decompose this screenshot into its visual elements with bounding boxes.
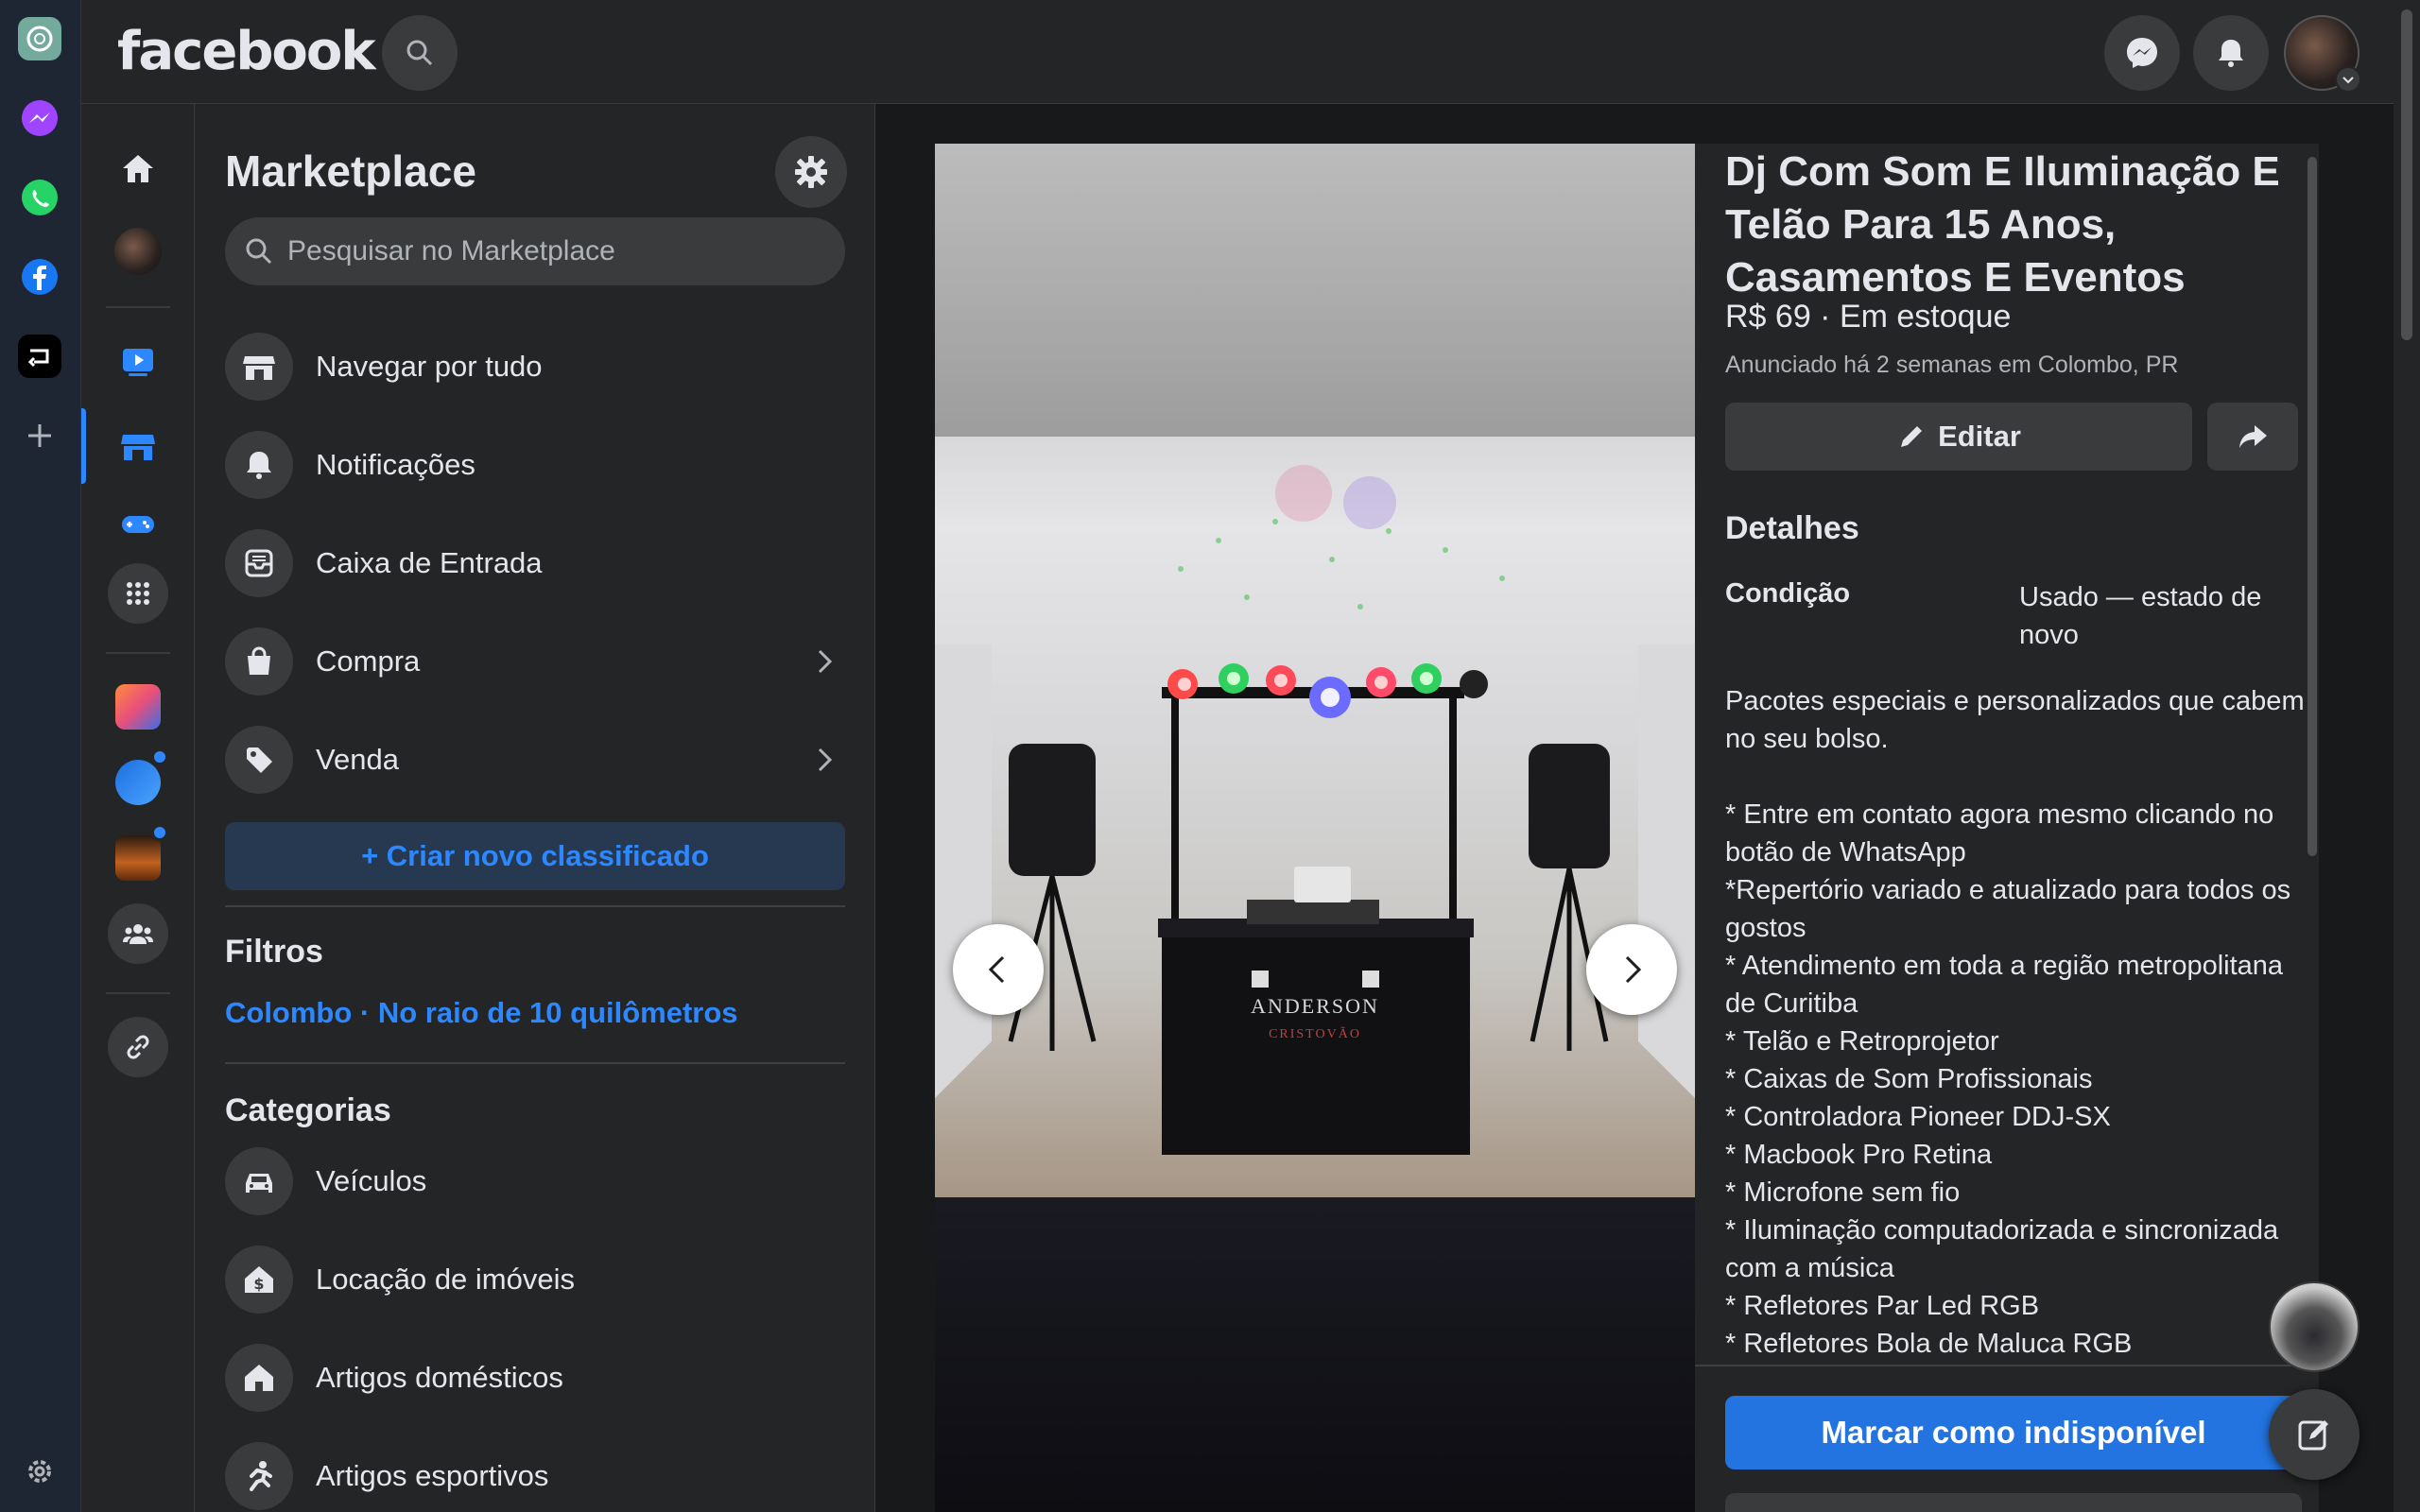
- categories-heading: Categorias: [225, 1092, 391, 1128]
- chevron-right-icon: [818, 649, 833, 674]
- page-title: Marketplace: [225, 146, 476, 196]
- car-icon: [225, 1147, 293, 1215]
- category-label: Artigos esportivos: [316, 1459, 549, 1492]
- storefront-icon: [225, 333, 293, 401]
- bell-icon: [225, 431, 293, 499]
- category-label: Artigos domésticos: [316, 1361, 563, 1394]
- running-icon: [225, 1442, 293, 1510]
- pencil-icon: [1901, 426, 1923, 447]
- new-message-button[interactable]: [2269, 1389, 2360, 1480]
- sidebar-item-notifications[interactable]: Notificações: [225, 427, 845, 503]
- top-bar: facebook: [81, 0, 2394, 104]
- details-heading: Detalhes: [1725, 510, 1859, 546]
- marketplace-sidebar: Marketplace Navegar por tudo Notificaçõe…: [195, 104, 875, 1512]
- profile-avatar-small[interactable]: [108, 221, 168, 282]
- chevron-left-icon: [988, 955, 1005, 984]
- category-vehicles[interactable]: Veículos: [225, 1143, 845, 1219]
- create-listing-button[interactable]: + Criar novo classificado: [225, 822, 845, 890]
- sidebar-item-selling[interactable]: Venda: [225, 722, 845, 798]
- link-icon[interactable]: [108, 1017, 168, 1077]
- gaming-controller-icon[interactable]: [108, 493, 168, 554]
- sidebar-item-label: Compra: [316, 644, 421, 678]
- settings-gear-icon[interactable]: [18, 1450, 61, 1493]
- search-icon[interactable]: [382, 15, 458, 91]
- listing-meta: Anunciado há 2 semanas em Colombo, PR: [1725, 352, 2179, 378]
- shortcut-page-icon-1[interactable]: [108, 677, 168, 737]
- secondary-action-button[interactable]: [1725, 1493, 2302, 1512]
- listing-title: Dj Com Som E Iluminação E Telão Para 15 …: [1725, 148, 2280, 301]
- messenger-app-icon[interactable]: [18, 96, 61, 140]
- price-tag-icon: [225, 726, 293, 794]
- sidebar-item-label: Navegar por tudo: [316, 350, 543, 383]
- listing-price: R$ 69 · Em estoque: [1725, 299, 2012, 335]
- search-icon: [246, 238, 272, 265]
- dj-setup-image: ANDERSON CRISTOVÃO: [935, 437, 1695, 1197]
- marketplace-icon[interactable]: [108, 416, 168, 476]
- previous-photo-button[interactable]: [953, 924, 1044, 1015]
- edit-label: Editar: [1938, 420, 2021, 453]
- notifications-bell-icon[interactable]: [2193, 15, 2269, 91]
- groups-icon[interactable]: [108, 903, 168, 964]
- listing-photo: ANDERSON CRISTOVÃO: [935, 144, 1695, 1512]
- page-scrollbar[interactable]: [2394, 0, 2420, 1512]
- category-label: Veículos: [316, 1164, 427, 1197]
- svg-text:$: $: [253, 1275, 264, 1293]
- filters-heading: Filtros: [225, 934, 323, 970]
- sidebar-item-label: Notificações: [316, 448, 475, 481]
- facebook-app-icon[interactable]: [18, 255, 61, 299]
- unread-badge: [151, 824, 168, 841]
- listing-details-panel: Dj Com Som E Iluminação E Telão Para 15 …: [1695, 144, 2319, 1512]
- chevron-right-icon: [1625, 955, 1642, 984]
- compose-icon: [2298, 1420, 2328, 1451]
- home-icon[interactable]: [108, 138, 168, 198]
- location-filter-link[interactable]: Colombo · No raio de 10 quilômetros: [225, 996, 738, 1030]
- sidebar-item-label: Venda: [316, 743, 399, 776]
- marketplace-search[interactable]: [225, 217, 845, 285]
- messenger-icon[interactable]: [2104, 15, 2180, 91]
- category-home-goods[interactable]: Artigos domésticos: [225, 1340, 845, 1416]
- search-input[interactable]: [287, 235, 817, 267]
- category-label: Locação de imóveis: [316, 1263, 575, 1296]
- mark-unavailable-button[interactable]: Marcar como indisponível: [1725, 1396, 2302, 1469]
- app-dock: [0, 0, 81, 1512]
- add-app-icon[interactable]: [18, 414, 61, 457]
- chevron-right-icon: [818, 747, 833, 772]
- chat-head-thumbnail[interactable]: [2269, 1281, 2360, 1372]
- sidebar-item-browse-all[interactable]: Navegar por tudo: [225, 329, 845, 404]
- shortcut-nav-column: [81, 104, 195, 1512]
- category-property-rentals[interactable]: $ Locação de imóveis: [225, 1242, 845, 1317]
- whatsapp-icon[interactable]: [18, 176, 61, 219]
- menu-grid-icon[interactable]: [108, 563, 168, 624]
- terminal-app-icon[interactable]: [18, 335, 61, 378]
- category-sporting-goods[interactable]: Artigos esportivos: [225, 1438, 845, 1512]
- photo-banner-surname: CRISTOVÃO: [1269, 1026, 1361, 1041]
- condition-value: Usado — estado de novo: [2019, 582, 2262, 650]
- shopping-bag-icon: [225, 627, 293, 696]
- unread-badge: [151, 748, 168, 765]
- share-arrow-icon: [2239, 425, 2267, 448]
- chatgpt-icon[interactable]: [18, 17, 61, 60]
- share-button[interactable]: [2207, 403, 2298, 471]
- inbox-icon: [225, 529, 293, 597]
- condition-label: Condição: [1725, 578, 1851, 609]
- next-photo-button[interactable]: [1586, 924, 1677, 1015]
- listing-description: Pacotes especiais e personalizados que c…: [1725, 686, 2305, 1359]
- settings-gear-button[interactable]: [775, 136, 847, 208]
- house-dollar-icon: $: [225, 1246, 293, 1314]
- photo-banner-name: ANDERSON: [1251, 994, 1379, 1018]
- dj-scene: ANDERSON CRISTOVÃO: [935, 465, 1695, 1155]
- sidebar-item-buying[interactable]: Compra: [225, 624, 845, 699]
- listing-view: ANDERSON CRISTOVÃO Dj Com Som E Iluminaç…: [876, 104, 2394, 1512]
- details-scrollbar[interactable]: [2308, 157, 2317, 856]
- home-icon: [225, 1344, 293, 1412]
- sidebar-item-label: Caixa de Entrada: [316, 546, 543, 579]
- facebook-logo[interactable]: facebook: [117, 21, 376, 82]
- account-chevron-down-icon[interactable]: [2335, 66, 2361, 93]
- sidebar-item-inbox[interactable]: Caixa de Entrada: [225, 525, 845, 601]
- watch-video-icon[interactable]: [108, 331, 168, 391]
- edit-listing-button[interactable]: Editar: [1725, 403, 2192, 471]
- active-indicator: [81, 408, 86, 484]
